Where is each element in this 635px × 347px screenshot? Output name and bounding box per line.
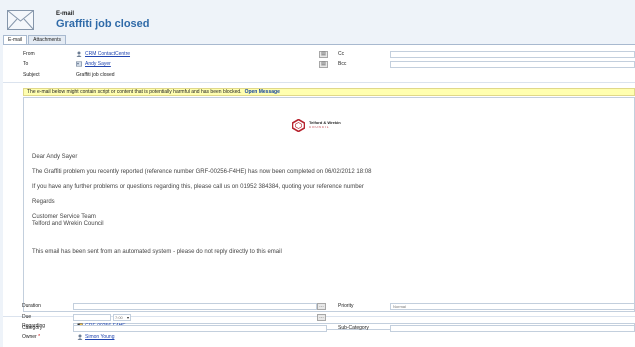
from-row: From CRM ContactCentre ▤ Cc xyxy=(3,50,635,59)
email-signature-org: Telford and Wrekin Council xyxy=(32,221,104,227)
subcategory-field[interactable] xyxy=(390,325,635,332)
priority-value: Normal xyxy=(393,304,406,309)
tab-email[interactable]: E-mail xyxy=(3,35,28,44)
entity-type-label: E-mail xyxy=(56,11,75,17)
duration-label: Duration xyxy=(22,303,41,309)
due-date-field[interactable] xyxy=(73,314,111,321)
warning-text: The e-mail below might contain script or… xyxy=(27,89,242,95)
priority-label: Priority xyxy=(338,303,354,309)
email-line1: The Graffiti problem you recently report… xyxy=(32,169,372,175)
contact-icon xyxy=(76,61,82,67)
cc-field[interactable] xyxy=(390,51,635,58)
email-line2: If you have any further problems or ques… xyxy=(32,184,364,190)
email-body-frame: Telford & Wrekin COUNCIL Dear Andy Sayer… xyxy=(23,97,635,312)
category-label: Category xyxy=(22,325,43,331)
cc-label: Cc xyxy=(338,51,345,57)
required-marker: * xyxy=(38,334,41,340)
to-lookup-button[interactable]: ▤ xyxy=(319,61,328,68)
email-regards: Regards xyxy=(32,199,55,205)
from-value[interactable]: CRM ContactCentre xyxy=(85,51,130,57)
open-message-link[interactable]: Open Message xyxy=(245,89,280,95)
blocked-content-warning: The e-mail below might contain script or… xyxy=(23,88,635,96)
subject-value[interactable]: Graffiti job closed xyxy=(76,72,115,78)
owner-label: Owner * xyxy=(22,334,41,340)
due-label: Due xyxy=(22,314,32,320)
form-header: E-mail Graffiti job closed xyxy=(0,0,635,36)
duration-field[interactable] xyxy=(73,303,317,310)
from-lookup-button[interactable]: ▤ xyxy=(319,51,328,58)
email-automated-notice: This email has been sent from an automat… xyxy=(32,249,282,255)
tab-bar: E-mail Attachments xyxy=(3,35,67,44)
logo-line2: COUNCIL xyxy=(309,125,330,129)
due-row: Due 7:00 ▾ … xyxy=(3,313,635,322)
chevron-down-icon: ▾ xyxy=(126,315,129,320)
owner-value[interactable]: Simon Young xyxy=(85,334,114,340)
subject-label: Subject xyxy=(23,72,40,78)
user-icon xyxy=(77,334,83,340)
council-logo-icon xyxy=(292,119,305,132)
divider xyxy=(3,82,635,83)
email-form-page: E-mail Graffiti job closed E-mail Attach… xyxy=(0,0,635,347)
category-row: Category Sub-Category xyxy=(3,324,635,333)
due-time-select[interactable]: 7:00 ▾ xyxy=(113,314,131,321)
to-label: To xyxy=(23,61,29,67)
priority-select[interactable]: Normal xyxy=(390,303,635,310)
subcategory-label: Sub-Category xyxy=(338,325,369,331)
category-field[interactable] xyxy=(73,325,327,332)
owner-row: Owner * Simon Young xyxy=(3,333,635,342)
from-label: From xyxy=(23,51,35,57)
to-value[interactable]: Andy Sayer xyxy=(85,61,111,67)
email-greeting: Dear Andy Sayer xyxy=(32,154,78,160)
duration-dropdown-button[interactable]: … xyxy=(317,303,326,310)
bcc-label: Bcc xyxy=(338,61,347,67)
due-calendar-button[interactable]: … xyxy=(317,314,326,321)
bcc-field[interactable] xyxy=(390,61,635,68)
subject-row: Subject Graffiti job closed xyxy=(3,71,635,80)
tab-attachments[interactable]: Attachments xyxy=(28,35,66,44)
due-time-value: 7:00 xyxy=(115,315,123,320)
envelope-icon xyxy=(7,10,34,30)
council-logo: Telford & Wrekin COUNCIL xyxy=(292,119,362,133)
page-title: Graffiti job closed xyxy=(56,18,150,30)
user-icon xyxy=(76,51,82,57)
email-signature-team: Customer Service Team xyxy=(32,214,96,220)
to-row: To Andy Sayer ▤ Bcc xyxy=(3,60,635,69)
duration-row: Duration … Priority Normal xyxy=(3,302,635,311)
